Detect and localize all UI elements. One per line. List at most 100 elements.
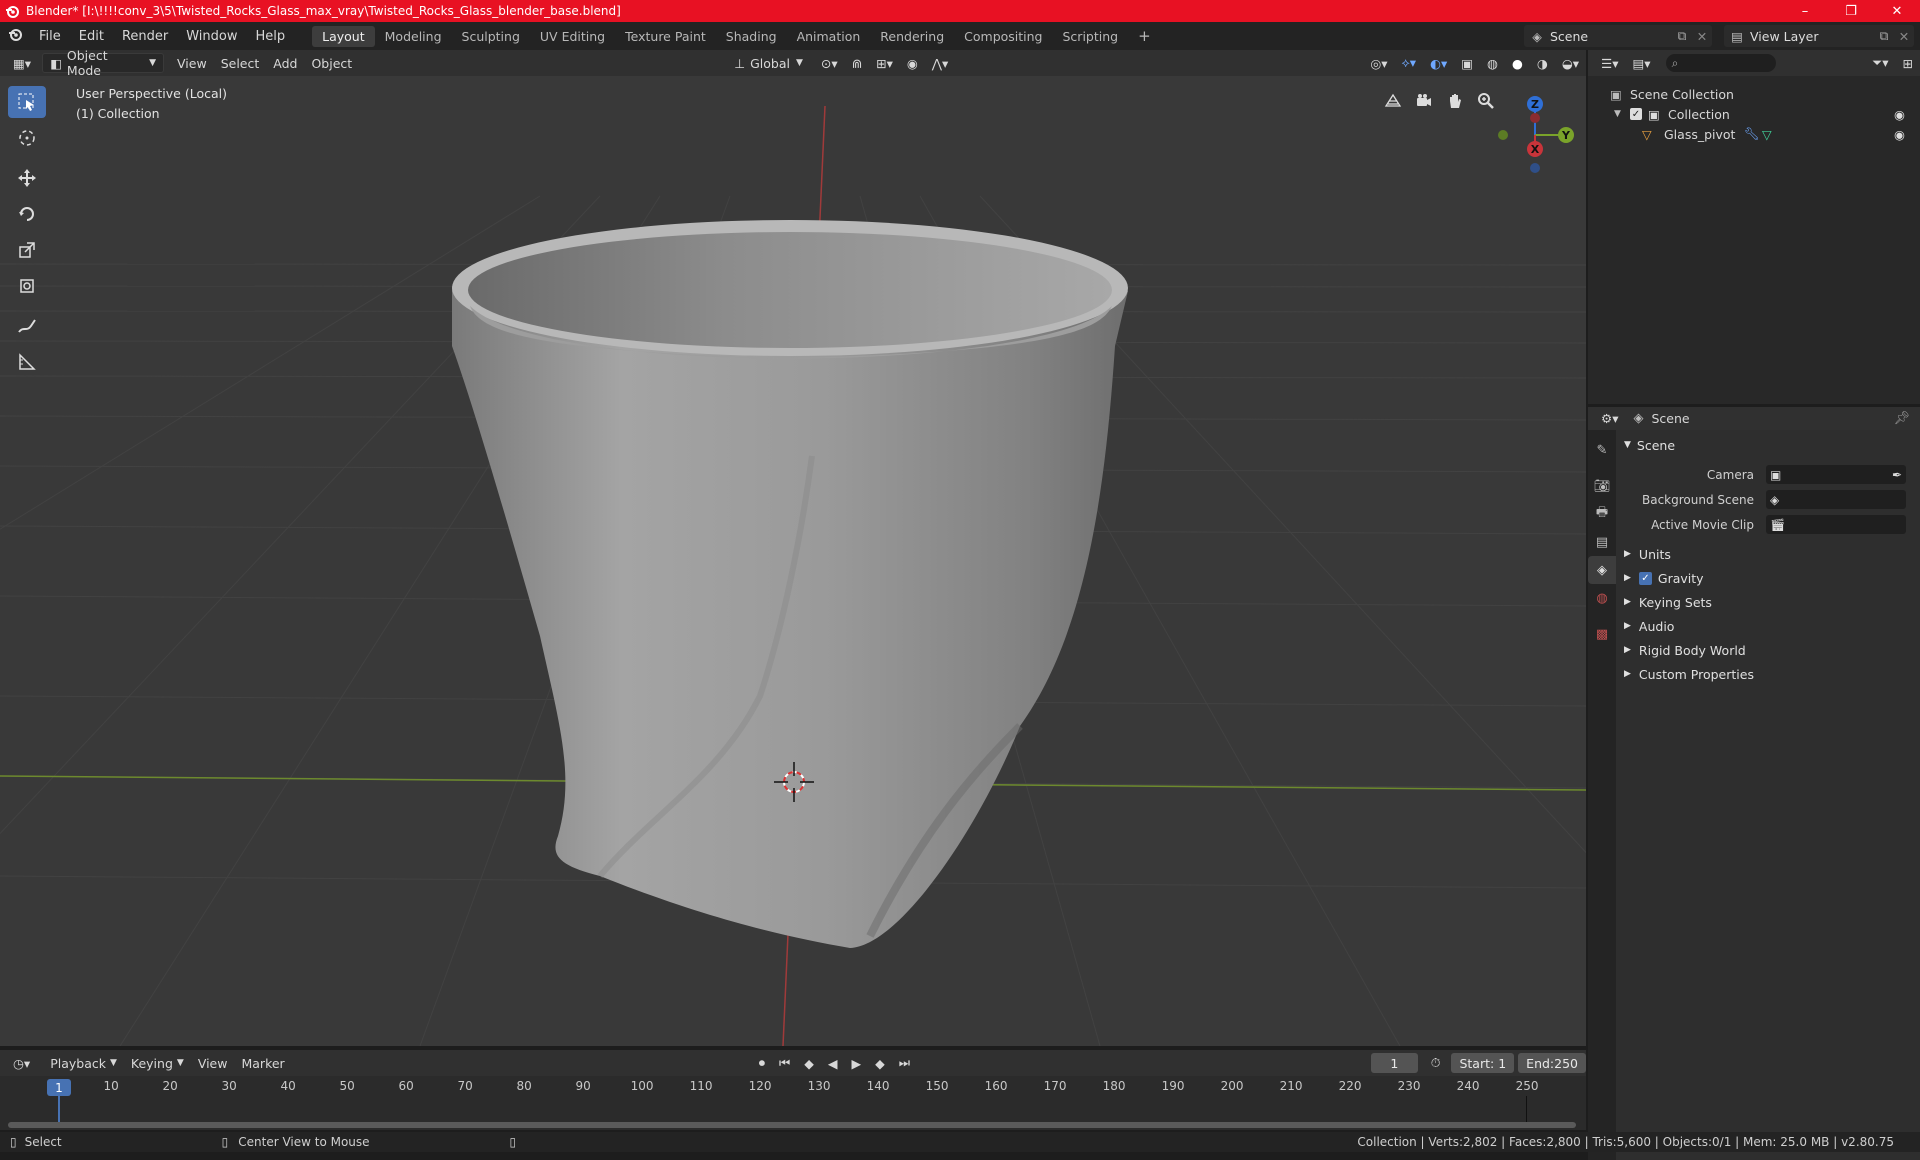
timeline-scrollbar[interactable] xyxy=(8,1122,1576,1128)
snap-target-icon[interactable]: ⊞▾ xyxy=(869,53,900,73)
menu-marker[interactable]: Marker xyxy=(234,1053,291,1073)
current-frame-field[interactable]: 1 xyxy=(1371,1053,1418,1073)
scale-tool-icon[interactable] xyxy=(8,234,46,266)
eyedropper-icon[interactable]: ✒ xyxy=(1892,468,1902,482)
tab-modeling[interactable]: Modeling xyxy=(375,26,452,47)
pan-view-hand-icon[interactable] xyxy=(1442,88,1468,114)
timeline[interactable]: 1102030405060708090100110120130140150160… xyxy=(0,1076,1586,1130)
record-button[interactable]: ⏺ xyxy=(752,1053,772,1073)
camera-view-icon[interactable] xyxy=(1411,88,1437,114)
menu-add[interactable]: Add xyxy=(266,53,304,73)
tab-animation[interactable]: Animation xyxy=(787,26,871,47)
active-movie-clip-field[interactable]: 🎬︎ xyxy=(1766,515,1906,534)
rendered-shading-icon[interactable]: ◒▾ xyxy=(1555,53,1586,73)
pivot-point-icon[interactable]: ⊙▾ xyxy=(814,53,845,73)
custom-properties-panel[interactable]: ▶ Custom Properties xyxy=(1616,663,1920,685)
eye-icon[interactable]: ◉ xyxy=(1894,127,1920,142)
disclosure-triangle-icon[interactable]: ▼ xyxy=(1614,109,1630,119)
tab-scripting[interactable]: Scripting xyxy=(1053,26,1129,47)
copy-view-layer-icon[interactable]: ⧉ xyxy=(1874,28,1894,44)
editor-type-icon[interactable]: ▦▾ xyxy=(6,53,38,73)
properties-editor-type-icon[interactable]: ⚙▾ xyxy=(1594,409,1625,429)
outliner-search-input[interactable]: ⌕ xyxy=(1665,54,1776,72)
rotate-tool-icon[interactable] xyxy=(8,198,46,230)
view-layer-tab-icon[interactable]: ▤ xyxy=(1588,528,1616,556)
xray-toggle-icon[interactable]: ▣ xyxy=(1454,53,1480,73)
remove-scene-icon[interactable]: ✕ xyxy=(1692,29,1712,44)
frame-ruler[interactable]: 1102030405060708090100110120130140150160… xyxy=(0,1076,1586,1096)
play-reverse-icon[interactable]: ◀ xyxy=(821,1053,845,1073)
tab-texture-paint[interactable]: Texture Paint xyxy=(615,26,716,47)
menu-edit[interactable]: Edit xyxy=(70,29,113,44)
cursor-tool-icon[interactable] xyxy=(8,122,46,154)
timeline-editor-type-icon[interactable]: ◷▾ xyxy=(6,1053,37,1073)
solid-shading-icon[interactable]: ● xyxy=(1505,53,1530,73)
play-icon[interactable]: ▶ xyxy=(844,1053,868,1073)
tab-compositing[interactable]: Compositing xyxy=(954,26,1052,47)
move-tool-icon[interactable] xyxy=(8,162,46,194)
scene-panel-header[interactable]: ▼ Scene xyxy=(1616,434,1920,456)
tool-settings-tab-icon[interactable]: ✎ xyxy=(1588,436,1616,464)
close-button[interactable]: ✕ xyxy=(1874,0,1920,22)
glass-object[interactable] xyxy=(452,220,1128,948)
snap-icon[interactable]: ⋒ xyxy=(845,53,869,73)
render-tab-icon[interactable]: 📷︎ xyxy=(1588,472,1616,500)
object-mode-dropdown[interactable]: ◧ Object Mode ▼ xyxy=(42,48,165,78)
menu-select[interactable]: Select xyxy=(214,53,267,73)
add-workspace-button[interactable]: + xyxy=(1128,24,1161,48)
menu-keying[interactable]: Keying ▼ xyxy=(124,1053,191,1073)
material-shading-icon[interactable]: ◑ xyxy=(1530,53,1555,73)
visibility-icon[interactable]: ◎▾ xyxy=(1363,53,1394,73)
world-tab-icon[interactable]: ◍ xyxy=(1588,584,1616,612)
camera-field[interactable]: ▣ ✒ xyxy=(1766,465,1906,484)
maximize-button[interactable]: ❐ xyxy=(1828,0,1874,22)
audio-panel[interactable]: ▶ Audio xyxy=(1616,615,1920,637)
falloff-icon[interactable]: ⋀▾ xyxy=(925,53,956,73)
toggle-camera-view-grid-icon[interactable] xyxy=(1380,88,1406,114)
menu-timeline-view[interactable]: View xyxy=(191,1053,235,1073)
pin-icon[interactable]: 📌︎ xyxy=(1893,411,1910,426)
output-tab-icon[interactable]: 🖶︎ xyxy=(1588,500,1616,528)
tab-layout[interactable]: Layout xyxy=(312,25,375,47)
menu-playback[interactable]: Playback ▼ xyxy=(43,1053,124,1073)
background-scene-field[interactable]: ◈ xyxy=(1766,490,1906,509)
gravity-checkbox[interactable]: ✓ xyxy=(1638,571,1652,585)
display-mode-icon[interactable]: ▤▾ xyxy=(1625,53,1657,73)
transform-orientation-dropdown[interactable]: ⊥ Global ▼ xyxy=(727,53,810,73)
tab-rendering[interactable]: Rendering xyxy=(870,26,954,47)
menu-object[interactable]: Object xyxy=(304,53,359,73)
menu-help[interactable]: Help xyxy=(247,29,295,44)
overlay-toggle-icon[interactable]: ◐▾ xyxy=(1423,53,1454,73)
scene-selector[interactable]: ◈ Scene ⧉ ✕ xyxy=(1524,25,1712,47)
copy-scene-icon[interactable]: ⧉ xyxy=(1672,28,1692,44)
remove-view-layer-icon[interactable]: ✕ xyxy=(1894,29,1914,44)
current-frame-indicator[interactable]: 1 xyxy=(47,1079,71,1096)
filter-icon[interactable]: ⏷▾ xyxy=(1865,53,1895,73)
new-collection-icon[interactable]: ⊞ xyxy=(1896,53,1920,73)
tab-uv-editing[interactable]: UV Editing xyxy=(530,26,615,47)
view-layer-selector[interactable]: ▤ View Layer ⧉ ✕ xyxy=(1724,25,1914,47)
outliner-row-collection[interactable]: ▼ ✓ ▣ Collection ◉ xyxy=(1588,104,1920,124)
outliner-row-glass-pivot[interactable]: ▽ Glass_pivot 🔧︎ ▽ ◉ xyxy=(1588,124,1920,144)
tab-sculpting[interactable]: Sculpting xyxy=(452,26,530,47)
transform-tool-icon[interactable] xyxy=(8,270,46,302)
texture-tab-icon[interactable]: ▩ xyxy=(1588,620,1616,648)
jump-keyframe-forward-icon[interactable]: ◆ xyxy=(868,1053,892,1073)
annotate-tool-icon[interactable] xyxy=(8,310,46,342)
keying-sets-panel[interactable]: ▶ Keying Sets xyxy=(1616,591,1920,613)
wireframe-shading-icon[interactable]: ◍ xyxy=(1480,53,1505,73)
3d-viewport[interactable]: User Perspective (Local) (1) Collection … xyxy=(0,76,1586,1046)
navigation-gizmo[interactable]: Z Y X xyxy=(1490,86,1580,176)
minimize-button[interactable]: – xyxy=(1782,0,1828,22)
menu-window[interactable]: Window xyxy=(177,29,246,44)
menu-file[interactable]: File xyxy=(30,29,70,44)
measure-tool-icon[interactable] xyxy=(8,346,46,378)
outliner-editor-type-icon[interactable]: ☰▾ xyxy=(1594,53,1625,73)
gizmo-toggle-icon[interactable]: ⟡▾ xyxy=(1395,53,1424,73)
menu-render[interactable]: Render xyxy=(113,29,177,44)
start-frame-field[interactable]: Start: 1 xyxy=(1451,1053,1515,1073)
mesh-data-icon[interactable]: ▽ xyxy=(1762,127,1780,142)
jump-end-icon[interactable]: ⏭ xyxy=(892,1053,917,1073)
stopwatch-icon[interactable]: ⏱ xyxy=(1424,1053,1448,1073)
units-panel[interactable]: ▶ Units xyxy=(1616,543,1920,565)
